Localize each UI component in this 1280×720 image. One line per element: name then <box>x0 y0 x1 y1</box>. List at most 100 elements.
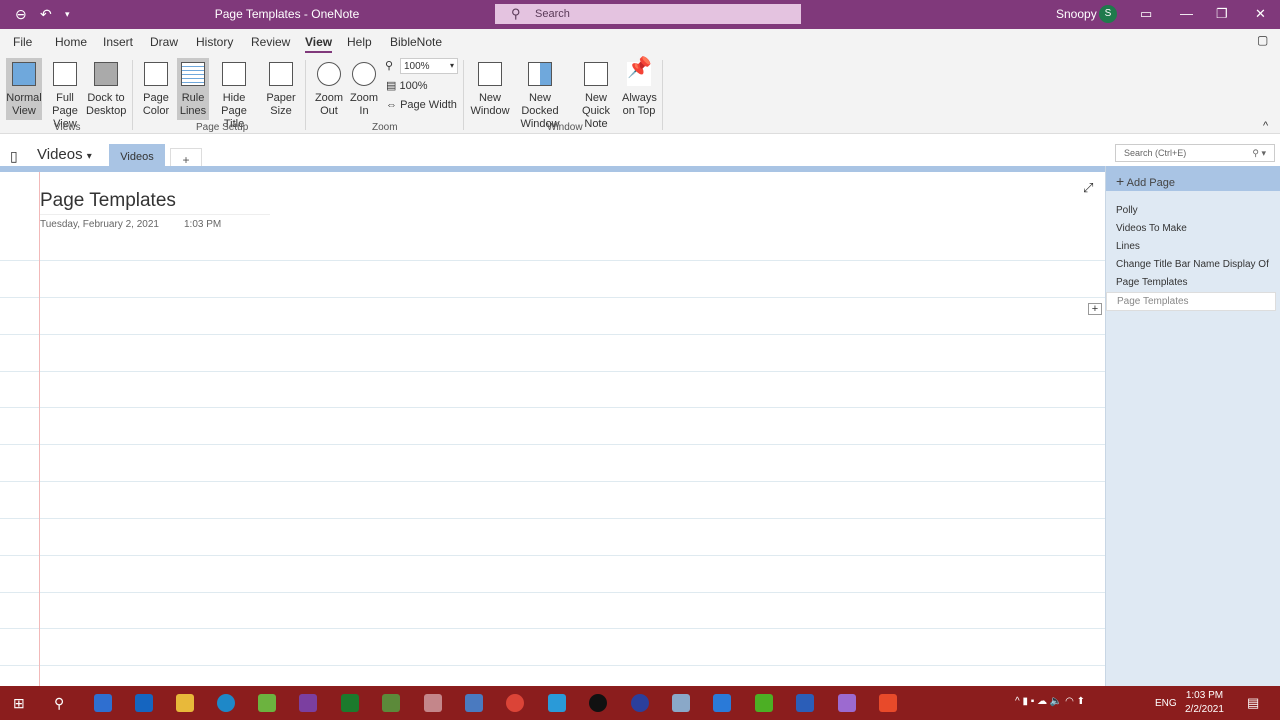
page-item-selected[interactable]: Page Templates <box>1106 292 1276 311</box>
maximize-icon[interactable]: ❐ <box>1216 6 1228 22</box>
app-icon[interactable] <box>631 694 649 712</box>
page-item[interactable]: Polly <box>1116 205 1138 216</box>
calendar-icon[interactable] <box>94 694 112 712</box>
divider <box>305 60 306 130</box>
language-indicator[interactable]: ENG <box>1155 698 1177 709</box>
tab-help[interactable]: Help <box>347 35 372 49</box>
divider <box>463 60 464 130</box>
new-docked-window-button[interactable]: New Docked Window <box>511 58 569 130</box>
onenote-icon[interactable] <box>299 694 317 712</box>
zoom-icon: ⚲ <box>385 60 394 72</box>
rule-lines-icon <box>181 62 205 86</box>
tab-history[interactable]: History <box>196 35 233 49</box>
ribbon: Normal View Full Page View Dock to Deskt… <box>0 54 1280 134</box>
rule-lines-button[interactable]: Rule Lines <box>177 58 209 120</box>
page-item[interactable]: Page Templates <box>1116 277 1188 288</box>
hide-title-icon <box>222 62 246 86</box>
tab-insert[interactable]: Insert <box>103 35 133 49</box>
outlook-icon[interactable] <box>135 694 153 712</box>
hide-page-title-button[interactable]: Hide Page Title <box>211 58 257 130</box>
notebook-icon[interactable]: ▢ <box>1257 33 1268 47</box>
app-icon[interactable] <box>838 694 856 712</box>
views-group-label: Views <box>54 122 81 133</box>
pages-panel: + Add Page Polly Videos To Make Lines Ch… <box>1105 166 1280 686</box>
add-page-button[interactable]: + Add Page <box>1106 166 1280 191</box>
menu-bar: File Home Insert Draw History Review Vie… <box>0 29 1280 54</box>
full-page-icon <box>53 62 77 86</box>
notebook-icon: ▯ <box>10 148 18 164</box>
camtasia-icon[interactable] <box>755 694 773 712</box>
app-icon[interactable] <box>341 694 359 712</box>
app-icon[interactable] <box>258 694 276 712</box>
pin-icon: 📌 <box>627 58 652 86</box>
normal-view-button[interactable]: Normal View <box>6 58 42 120</box>
tab-draw[interactable]: Draw <box>150 35 178 49</box>
user-name[interactable]: Snoopy <box>1056 7 1097 21</box>
page-width-button[interactable]: ⇔ Page Width <box>386 99 457 111</box>
tab-view[interactable]: View <box>305 35 333 53</box>
window-group-label: Window <box>547 122 583 133</box>
search-box[interactable]: ⚲ Search <box>495 4 801 24</box>
tab-review[interactable]: Review <box>251 35 290 49</box>
word-icon[interactable] <box>796 694 814 712</box>
quick-note-icon <box>584 62 608 86</box>
new-quick-note-button[interactable]: New Quick Note <box>571 58 621 130</box>
new-window-button[interactable]: New Window <box>470 58 510 120</box>
taskbar: ⊞ ⚲ ^ ▮ ▪ ☁ 🔈 ◠ ⬆ ENG 1:03 PM 2/2/2021 ▤ <box>0 686 1280 720</box>
page-item[interactable]: Lines <box>1116 241 1140 252</box>
file-explorer-icon[interactable] <box>176 694 194 712</box>
search-icon[interactable]: ⚲ <box>54 695 64 712</box>
app-icon[interactable] <box>589 694 607 712</box>
divider <box>662 60 663 130</box>
app-icon[interactable] <box>713 694 731 712</box>
app-icon[interactable] <box>382 694 400 712</box>
page-title[interactable]: Page Templates <box>40 190 270 215</box>
page-canvas[interactable]: Page Templates Tuesday, February 2, 2021… <box>0 172 1105 686</box>
close-icon[interactable]: ✕ <box>1255 6 1266 22</box>
tab-home[interactable]: Home <box>55 35 87 49</box>
chrome-icon[interactable] <box>506 694 524 712</box>
app-icon[interactable] <box>879 694 897 712</box>
notifications-icon[interactable]: ▤ <box>1247 695 1259 711</box>
notebook-selector[interactable]: Videos ▾ <box>37 146 92 163</box>
zoom-out-button[interactable]: Zoom Out <box>312 58 346 120</box>
ribbon-display-icon[interactable]: ▭ <box>1140 6 1152 22</box>
avatar[interactable]: S <box>1099 5 1117 23</box>
page-time: 1:03 PM <box>184 219 222 230</box>
expand-icon[interactable]: ⤢ <box>1083 180 1093 196</box>
zoom-in-button[interactable]: Zoom In <box>348 58 380 120</box>
page-item[interactable]: Videos To Make <box>1116 223 1187 234</box>
page-search-input[interactable]: Search (Ctrl+E) ⚲ ▾ <box>1115 144 1275 162</box>
title-bar: ⊖ ↶ ▾ Page Templates - OneNote ⚲ Search S… <box>0 0 1280 29</box>
tab-file[interactable]: File <box>13 35 32 49</box>
dock-icon <box>94 62 118 86</box>
always-on-top-button[interactable]: 📌 Always on Top <box>622 58 657 120</box>
paper-size-button[interactable]: Paper Size <box>264 58 298 120</box>
minimize-icon[interactable]: — <box>1180 6 1193 21</box>
page-color-button[interactable]: Page Color <box>138 58 174 120</box>
normal-view-icon <box>12 62 36 86</box>
paper-size-icon <box>269 62 293 86</box>
zoom-group-label: Zoom <box>372 122 398 133</box>
system-tray-icons[interactable]: ^ ▮ ▪ ☁ 🔈 ◠ ⬆ <box>1015 696 1085 707</box>
zoom-select[interactable]: 100% ▾ <box>400 58 458 74</box>
full-page-view-button[interactable]: Full Page View <box>44 58 86 130</box>
add-page-marker-icon[interactable]: + <box>1088 303 1102 315</box>
app-icon[interactable] <box>424 694 442 712</box>
search-label: Search <box>535 8 570 20</box>
plus-icon: + <box>1116 173 1125 189</box>
clock[interactable]: 1:03 PM 2/2/2021 <box>1185 689 1224 717</box>
divider <box>132 60 133 130</box>
page-item[interactable]: Change Title Bar Name Display Of <box>1116 259 1269 270</box>
start-icon[interactable]: ⊞ <box>13 695 25 712</box>
zoom-100-button[interactable]: ▤ 100% <box>386 79 428 92</box>
calculator-icon[interactable] <box>465 694 483 712</box>
zoom-in-icon <box>352 62 376 86</box>
edge-icon[interactable] <box>217 694 235 712</box>
tab-biblenote[interactable]: BibleNote <box>390 35 442 49</box>
search-icon: ⚲ ▾ <box>1252 148 1266 158</box>
dock-to-desktop-button[interactable]: Dock to Desktop <box>86 58 126 120</box>
app-icon[interactable] <box>548 694 566 712</box>
app-icon[interactable] <box>672 694 690 712</box>
collapse-ribbon-icon[interactable]: ^ <box>1263 120 1268 132</box>
